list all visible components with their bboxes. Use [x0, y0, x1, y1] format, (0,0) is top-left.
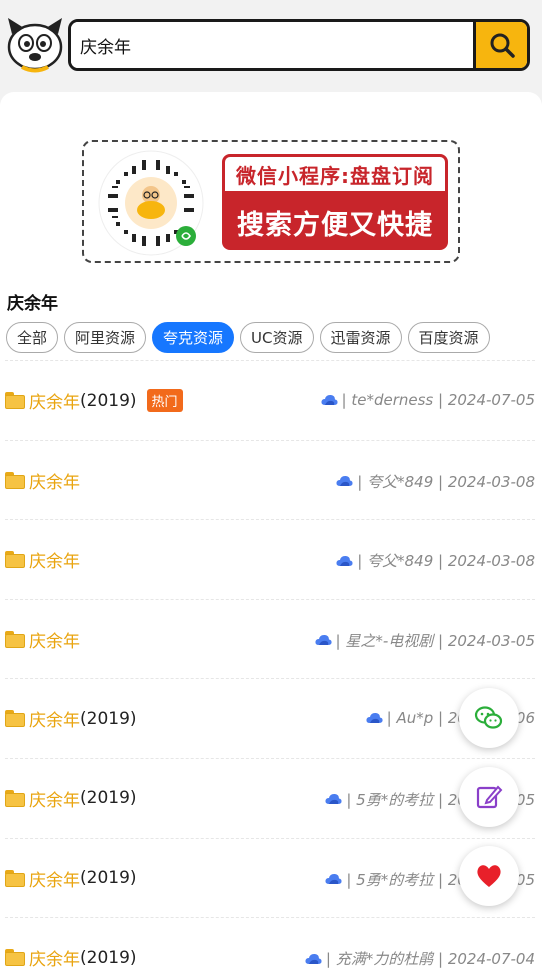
- cloud-icon: [325, 874, 342, 885]
- result-title-link[interactable]: 庆余年: [5, 547, 80, 572]
- folder-icon: [5, 551, 25, 569]
- result-suffix: (2019): [80, 708, 137, 729]
- result-meta-text: | 星之*-电视剧 | 2024-03-05: [335, 631, 536, 650]
- source-tabs: 全部 阿里资源 夸克资源 UC资源 迅雷资源 百度资源: [6, 322, 490, 354]
- cloud-icon: [314, 635, 332, 646]
- folder-icon: [5, 949, 25, 967]
- result-title-link[interactable]: 庆余年 (2019): [5, 866, 137, 891]
- miniprogram-banner[interactable]: 微信小程序:盘盘订阅 搜索方便又快捷: [82, 140, 460, 263]
- qr-code-icon: [98, 150, 204, 256]
- banner-title: 微信小程序:盘盘订阅: [222, 154, 448, 194]
- tab-0[interactable]: 全部: [6, 322, 59, 353]
- wechat-icon: [474, 706, 503, 729]
- result-title: 庆余年: [7, 294, 58, 314]
- tab-1[interactable]: 阿里资源: [64, 322, 147, 353]
- tab-3[interactable]: UC资源: [240, 322, 314, 353]
- folder-icon: [5, 392, 25, 409]
- result-keyword: 庆余年: [29, 790, 80, 811]
- result-suffix: (2019): [80, 788, 137, 809]
- result-meta: | 夸父*849 | 2024-03-08: [336, 471, 535, 492]
- result-keyword: 庆余年: [29, 472, 80, 493]
- result-meta: | 星之*-电视剧 | 2024-03-05: [314, 630, 536, 651]
- result-meta: | te*derness | 2024-07-05: [320, 391, 535, 409]
- result-keyword: 庆余年: [29, 950, 80, 971]
- result-title-link[interactable]: 庆余年 (2019): [5, 945, 137, 970]
- result-keyword: 庆余年: [29, 552, 80, 573]
- result-keyword: 庆余年: [29, 393, 80, 413]
- favorite-button[interactable]: [459, 846, 519, 906]
- result-row[interactable]: 庆余年 | 星之*-电视剧 | 2024-03-05: [5, 598, 536, 679]
- result-meta-text: | 充满*力的杜鹃 | 2024-07-04: [325, 950, 535, 969]
- result-row[interactable]: 庆余年 | 夸父*849 | 2024-03-08: [5, 519, 535, 599]
- cloud-icon: [336, 555, 353, 566]
- wechat-button[interactable]: [459, 688, 519, 748]
- search-bar: [68, 19, 530, 71]
- search-input[interactable]: [71, 22, 475, 68]
- edit-button[interactable]: [459, 767, 519, 827]
- result-title-link[interactable]: 庆余年 (2019): [5, 786, 137, 811]
- result-row[interactable]: 庆余年(2019)| Au*p | 2024-07-06: [5, 678, 535, 758]
- result-meta-text: | 夸父*849 | 2024-03-08: [357, 552, 535, 571]
- cloud-icon: [320, 394, 338, 405]
- result-row[interactable]: 庆余年 (2019) 热门 | te*derness | 2024-07-05: [5, 360, 535, 440]
- tab-4[interactable]: 迅雷资源: [319, 322, 402, 353]
- cloud-icon: [336, 476, 353, 487]
- result-title-link[interactable]: 庆余年 (2019) 热门: [5, 388, 183, 413]
- hot-badge: 热门: [146, 389, 183, 412]
- result-row[interactable]: 庆余年 (2019) | 5勇*的考拉 | 2024-07-05: [5, 757, 535, 838]
- result-keyword: 庆余年: [29, 631, 80, 652]
- result-title-link[interactable]: 庆余年: [5, 468, 80, 493]
- main-card: 微信小程序:盘盘订阅 搜索方便又快捷 庆余年 全部 阿里资源 夸克资源 UC资源 迅雷资…: [0, 92, 542, 972]
- heart-icon: [477, 865, 501, 887]
- dog-logo-icon[interactable]: [4, 12, 66, 74]
- result-keyword: 庆余年: [29, 711, 80, 732]
- tab-5[interactable]: 百度资源: [407, 322, 490, 353]
- search-button[interactable]: [473, 22, 527, 68]
- result-suffix: (2019): [80, 868, 137, 889]
- search-icon: [490, 33, 515, 58]
- cloud-icon: [305, 953, 322, 964]
- cloud-icon: [366, 713, 383, 724]
- result-row[interactable]: 庆余年 | 夸父*849 | 2024-03-08: [5, 439, 535, 520]
- header: [0, 0, 542, 90]
- result-title-link[interactable]: 庆余年: [5, 627, 80, 652]
- result-meta: | 充满*力的杜鹃 | 2024-07-04: [305, 948, 535, 969]
- banner-subtitle: 搜索方便又快捷: [222, 194, 448, 250]
- tab-2[interactable]: 夸克资源: [152, 322, 235, 353]
- cloud-icon: [325, 794, 342, 805]
- result-meta-text: | 夸父*849 | 2024-03-08: [357, 472, 535, 491]
- folder-icon: [5, 710, 25, 728]
- folder-icon: [5, 789, 25, 807]
- folder-icon: [5, 471, 25, 489]
- folder-icon: [5, 869, 25, 887]
- result-title-link[interactable]: 庆余年 (2019): [5, 706, 137, 731]
- folder-icon: [5, 630, 25, 648]
- result-row[interactable]: 庆余年 (2019) | 5勇*的考拉 | 2024-07-05: [5, 837, 535, 918]
- result-keyword: 庆余年: [29, 870, 80, 891]
- result-row[interactable]: 庆余年 (2019) | 充满*力的杜鹃 | 2024-07-04: [5, 917, 535, 972]
- result-suffix: (2019): [80, 390, 137, 411]
- result-meta: | 夸父*849 | 2024-03-08: [336, 550, 535, 571]
- result-meta-text: | te*derness | 2024-07-05: [341, 391, 535, 409]
- edit-icon: [476, 785, 503, 809]
- result-list: 庆余年 (2019) 热门 | te*derness | 2024-07-05 庆余年 |…: [5, 360, 535, 972]
